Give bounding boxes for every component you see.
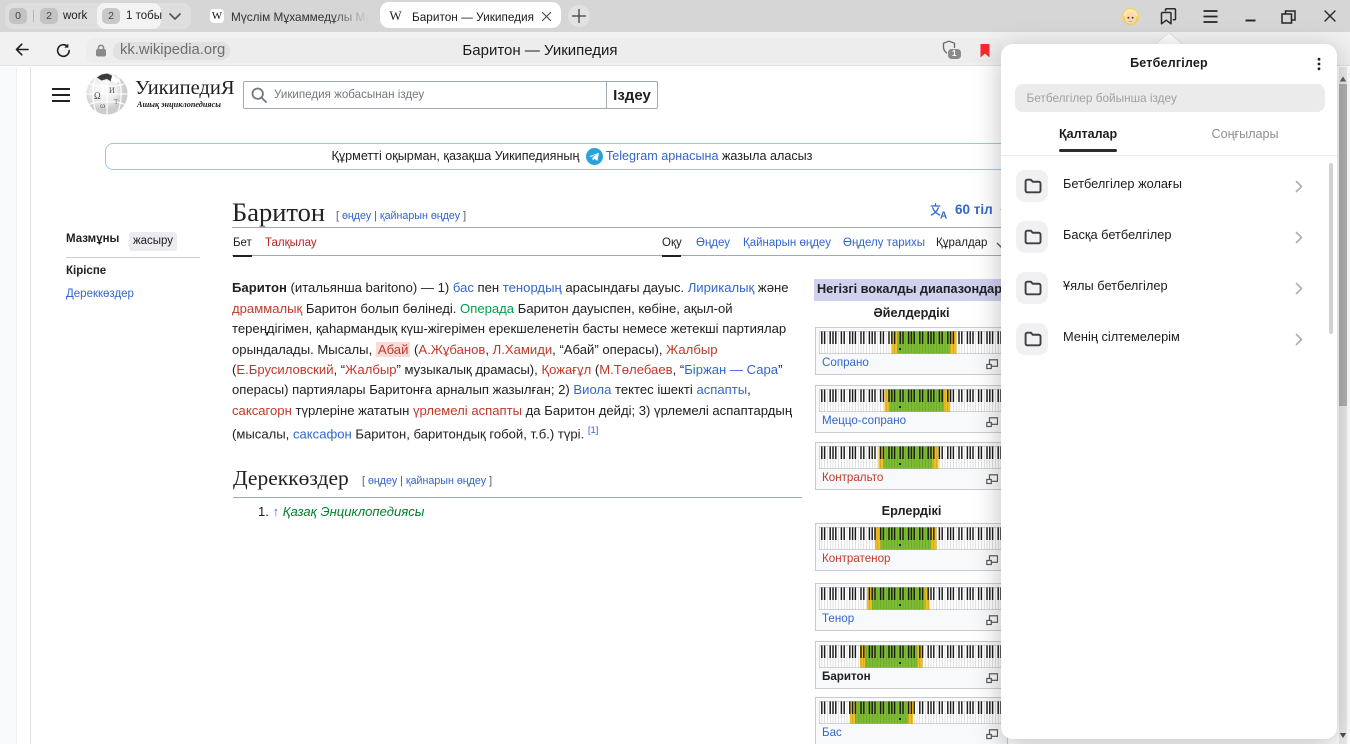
svg-text:Ω: Ω xyxy=(94,91,101,101)
svg-text:ω: ω xyxy=(100,101,105,110)
svg-text:Т: Т xyxy=(114,98,119,106)
svg-text:A: A xyxy=(940,211,947,220)
svg-text:И: И xyxy=(109,86,115,95)
